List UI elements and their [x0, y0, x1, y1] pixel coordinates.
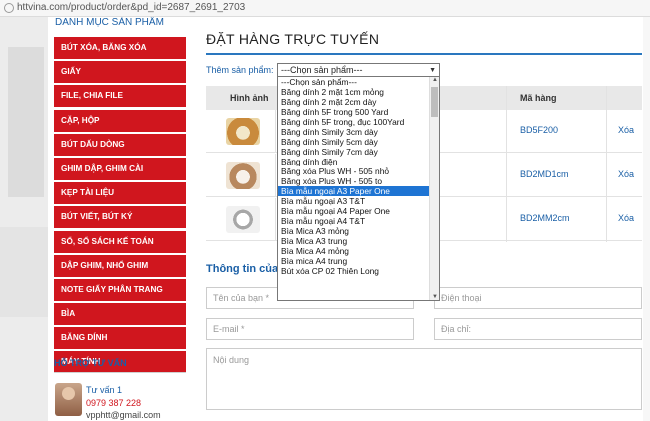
product-select[interactable]: ---Chọn sản phẩm--- ▼	[277, 63, 440, 77]
info-icon[interactable]	[4, 3, 14, 13]
add-product-label: Thêm sản phẩm:	[206, 65, 274, 75]
dropdown-option[interactable]: Băng dính Simily 7cm dày	[278, 147, 430, 157]
dropdown-option[interactable]: Bìa Mica A3 trung	[278, 236, 430, 246]
contact-section-title: Thông tin của	[206, 263, 279, 275]
url-text[interactable]: httvina.com/product/order&pd_id=2687_269…	[17, 2, 245, 13]
menu-item-dap-ghim[interactable]: DẬP GHIM, NHỔ GHIM	[54, 254, 186, 277]
support-name[interactable]: Tư vấn 1	[86, 385, 122, 395]
support-phone: 0979 387 228	[86, 398, 142, 408]
dropdown-option[interactable]: Băng dính Simily 5cm dày	[278, 137, 430, 147]
product-image	[226, 162, 260, 189]
menu-item-kep-tai-lieu[interactable]: KẸP TÀI LIỆU	[54, 182, 186, 205]
content-textarea[interactable]: Nội dung	[206, 348, 642, 410]
dropdown-option[interactable]: Băng dính Simily 3cm dày	[278, 127, 430, 137]
dropdown-option[interactable]: Bìa mica A4 trung	[278, 256, 430, 266]
dropdown-option[interactable]: Bút xóa CP 02 Thiên Long	[278, 266, 430, 276]
dropdown-option[interactable]: ---Chọn sản phẩm---	[278, 77, 430, 87]
scroll-down-icon[interactable]: ▼	[432, 294, 438, 300]
right-edge	[643, 17, 650, 421]
product-code[interactable]: BD5F200	[520, 125, 558, 135]
page-title: ĐẶT HÀNG TRỰC TUYẾN	[206, 31, 380, 47]
dropdown-option[interactable]: Bìa mẫu ngoại A3 T&T	[278, 196, 430, 206]
address-field[interactable]: Địa chỉ:	[434, 318, 642, 340]
menu-item-bia[interactable]: BÌA	[54, 303, 186, 326]
column-header-image: Hình ảnh	[230, 93, 269, 103]
category-menu: BÚT XÓA, BĂNG XÓA GIẤY FILE, CHIA FILE C…	[54, 37, 186, 376]
product-code[interactable]: BD2MM2cm	[520, 213, 570, 223]
image-cell	[206, 198, 276, 241]
dropdown-option[interactable]: Bìa mẫu ngoại A3 Paper One	[278, 186, 430, 197]
dropdown-option[interactable]: Băng dính điện	[278, 157, 430, 167]
product-image	[226, 206, 260, 233]
image-cell	[206, 110, 276, 153]
column-divider	[606, 86, 607, 242]
left-background	[0, 17, 48, 421]
support-title: HỖ TRỢ TƯ VẤN	[54, 358, 127, 368]
product-select-value: ---Chọn sản phẩm---	[281, 65, 363, 75]
dropdown-option[interactable]: Bìa mẫu ngoại A4 T&T	[278, 216, 430, 226]
delete-link[interactable]: Xóa	[618, 125, 634, 135]
divider	[54, 372, 186, 373]
dropdown-option[interactable]: Bìa Mica A3 mỏng	[278, 226, 430, 236]
scrollbar-thumb[interactable]	[431, 87, 438, 117]
product-code[interactable]: BD2MD1cm	[520, 169, 569, 179]
dropdown-option[interactable]: Bìa mẫu ngoại A4 Paper One	[278, 206, 430, 216]
email-field[interactable]: E-mail *	[206, 318, 414, 340]
dropdown-option[interactable]: Băng dính 2 mặt 1cm mỏng	[278, 87, 430, 97]
delete-link[interactable]: Xóa	[618, 169, 634, 179]
background-block	[8, 47, 44, 197]
background-block	[0, 227, 48, 317]
menu-item-cap-hop[interactable]: CẶP, HỘP	[54, 109, 186, 132]
column-divider	[506, 86, 507, 242]
dropdown-option[interactable]: Bìa Mica A4 mỏng	[278, 246, 430, 256]
dropdown-option[interactable]: Băng dính 5F trong, đục 100Yard	[278, 117, 430, 127]
menu-item-ghim-dap[interactable]: GHIM DẬP, GHIM CÀI	[54, 157, 186, 180]
menu-item-bang-dinh[interactable]: BĂNG DÍNH	[54, 327, 186, 350]
menu-item-file[interactable]: FILE, CHIA FILE	[54, 85, 186, 108]
menu-item-so-sach[interactable]: SỔ, SỔ SÁCH KẾ TOÁN	[54, 230, 186, 253]
avatar	[55, 383, 82, 416]
address-bar[interactable]: httvina.com/product/order&pd_id=2687_269…	[0, 0, 650, 17]
phone-field[interactable]: Điện thoại	[434, 287, 642, 309]
dropdown-options: ---Chọn sản phẩm--- Băng dính 2 mặt 1cm m…	[278, 77, 430, 276]
dropdown-option[interactable]: Băng xóa Plus WH - 505 nhỏ	[278, 166, 430, 176]
column-header-code: Mã hàng	[520, 93, 557, 103]
menu-item-note-giay[interactable]: NOTE GIẤY PHÂN TRANG	[54, 278, 186, 301]
product-image	[226, 118, 260, 145]
delete-link[interactable]: Xóa	[618, 213, 634, 223]
dropdown-option[interactable]: Băng xóa Plus WH - 505 to	[278, 176, 430, 186]
menu-item-but-dau-dong[interactable]: BÚT DẤU DÒNG	[54, 133, 186, 156]
menu-item-but-xoa[interactable]: BÚT XÓA, BĂNG XÓA	[54, 37, 186, 59]
dropdown-option[interactable]: Băng dính 5F trong 500 Yard	[278, 107, 430, 117]
image-cell	[206, 154, 276, 197]
support-email[interactable]: vpphtt@gmail.com	[86, 410, 161, 420]
product-dropdown-list[interactable]: ---Chọn sản phẩm--- Băng dính 2 mặt 1cm m…	[277, 76, 440, 301]
menu-item-giay[interactable]: GIẤY	[54, 61, 186, 84]
menu-item-but-viet[interactable]: BÚT VIẾT, BÚT KÝ	[54, 206, 186, 229]
sidebar-heading: DANH MỤC SẢN PHẨM	[55, 17, 164, 28]
dropdown-option[interactable]: Băng dính 2 mặt 2cm dày	[278, 97, 430, 107]
scrollbar[interactable]: ▲ ▼	[429, 77, 439, 300]
scroll-up-icon[interactable]: ▲	[432, 77, 438, 83]
title-underline	[206, 53, 642, 55]
